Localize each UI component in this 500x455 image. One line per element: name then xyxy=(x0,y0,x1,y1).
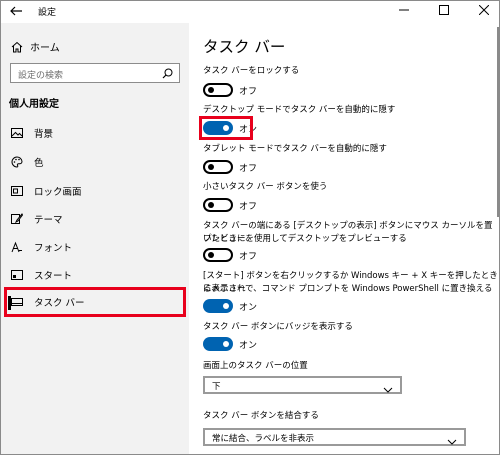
toggle-knob xyxy=(208,87,214,93)
toggle-state-powershell: オン xyxy=(239,303,258,313)
toggle-lock-taskbar[interactable] xyxy=(203,83,233,97)
toggle-state-peek: オフ xyxy=(239,252,258,262)
position-select[interactable]: 下 xyxy=(203,376,402,394)
chevron-down-icon xyxy=(383,380,393,399)
start-tiles-icon xyxy=(11,269,23,281)
setting-label-peek-line2: プレビューを使用してデスクトップをプレビューする xyxy=(203,234,407,244)
close-icon[interactable] xyxy=(469,1,499,23)
toggle-powershell[interactable] xyxy=(203,299,233,313)
sidebar-item-font[interactable]: フォント xyxy=(1,238,189,256)
search-input[interactable]: 設定の検索 xyxy=(10,63,180,83)
sidebar-item-color[interactable]: 色 xyxy=(1,153,189,171)
setting-label-lock-taskbar: タスク バーをロックする xyxy=(203,66,300,76)
font-icon xyxy=(11,241,23,253)
highlight-box-autohide-toggle xyxy=(199,116,253,140)
page-title: タスク バー xyxy=(203,38,286,56)
search-placeholder: 設定の検索 xyxy=(18,71,64,81)
toggle-state-small-buttons: オフ xyxy=(239,202,258,212)
maximize-icon[interactable] xyxy=(429,1,459,23)
combine-select[interactable]: 常に結合、ラベルを非表示 xyxy=(203,428,466,446)
sidebar: ホーム 設定の検索 個人用設定 背景 色 ロック画面 テーマ フォント スタート… xyxy=(1,23,189,454)
setting-label-autohide-tablet: タブレット モードでタスク バーを自動的に隠す xyxy=(203,144,387,154)
toggle-badges[interactable] xyxy=(203,337,233,351)
sidebar-item-label: 背景 xyxy=(34,129,54,140)
back-arrow-icon[interactable] xyxy=(9,4,25,20)
sidebar-item-label: ロック画面 xyxy=(34,187,82,198)
toggle-knob xyxy=(208,164,214,170)
minimize-icon[interactable] xyxy=(389,1,419,23)
theme-brush-icon xyxy=(11,213,23,225)
scrollbar[interactable] xyxy=(497,27,499,217)
settings-window: 設定 ホーム 設定の検索 個人用設定 背景 色 ロック画面 テーマ フォント ス… xyxy=(0,0,500,455)
toggle-knob xyxy=(208,252,214,258)
sidebar-item-lock-screen[interactable]: ロック画面 xyxy=(1,182,189,200)
chevron-down-icon xyxy=(447,432,457,451)
home-label: ホーム xyxy=(30,43,60,54)
toggle-state-lock-taskbar: オフ xyxy=(239,87,258,97)
sidebar-item-label: スタート xyxy=(34,271,73,282)
sidebar-item-start[interactable]: スタート xyxy=(1,266,189,284)
toggle-state-badges: オン xyxy=(239,341,258,351)
highlight-box-taskbar xyxy=(4,287,186,317)
sidebar-item-label: 色 xyxy=(34,158,44,169)
toggle-autohide-tablet[interactable] xyxy=(203,160,233,174)
sidebar-item-label: フォント xyxy=(34,243,73,254)
toggle-small-buttons[interactable] xyxy=(203,198,233,212)
image-icon xyxy=(11,127,23,139)
setting-label-small-buttons: 小さいタスク バー ボタンを使う xyxy=(203,182,328,192)
lock-screen-icon xyxy=(11,185,23,197)
dropdown-label-combine: タスク バー ボタンを結合する xyxy=(203,411,319,421)
sidebar-item-theme[interactable]: テーマ xyxy=(1,210,189,228)
toggle-peek[interactable] xyxy=(203,248,233,262)
position-select-value: 下 xyxy=(212,382,221,392)
sidebar-item-home[interactable]: ホーム xyxy=(11,39,60,54)
sidebar-item-label: テーマ xyxy=(34,215,63,226)
title-bar: 設定 xyxy=(1,1,499,23)
setting-label-powershell-line2: るメニューで、コマンド プロンプトを Windows PowerShell に置… xyxy=(203,284,493,294)
toggle-state-autohide-tablet: オフ xyxy=(239,164,258,174)
setting-label-badges: タスク バー ボタンにバッジを表示する xyxy=(203,322,353,332)
section-heading: 個人用設定 xyxy=(9,99,59,110)
main-content: タスク バー タスク バーをロックする オフ デスクトップ モードでタスク バー… xyxy=(189,23,499,454)
toggle-knob xyxy=(223,341,229,347)
sidebar-item-background[interactable]: 背景 xyxy=(1,124,189,142)
home-icon xyxy=(11,41,23,52)
search-icon[interactable] xyxy=(162,68,173,79)
combine-select-value: 常に結合、ラベルを非表示 xyxy=(212,434,315,444)
dropdown-label-position: 画面上のタスク バーの位置 xyxy=(203,361,308,371)
window-title: 設定 xyxy=(38,8,57,18)
palette-icon xyxy=(11,156,23,168)
toggle-knob xyxy=(223,303,229,309)
toggle-knob xyxy=(208,202,214,208)
